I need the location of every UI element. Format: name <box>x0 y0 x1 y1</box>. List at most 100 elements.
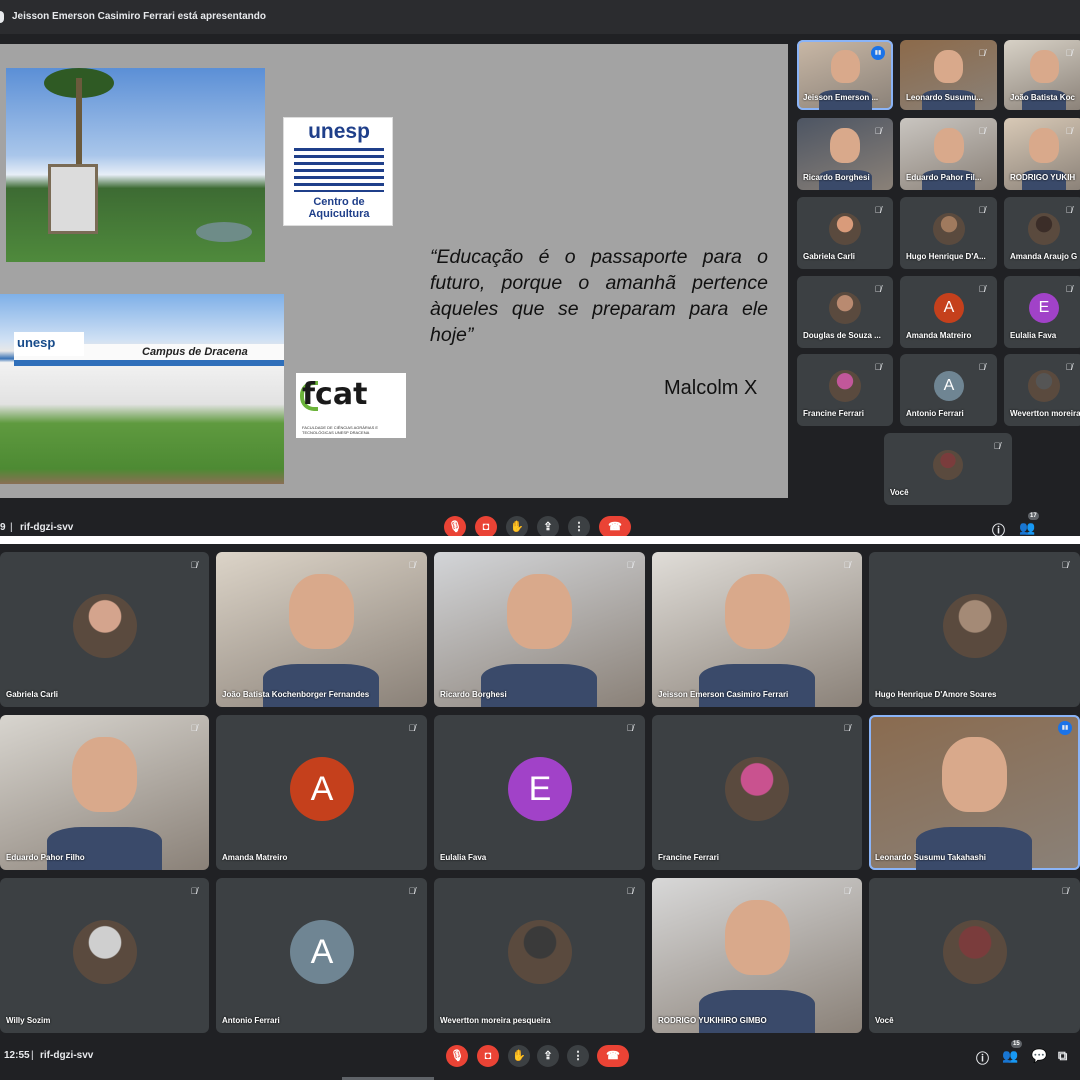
bottom-participant-tile[interactable]: 🎙̸ RODRIGO YUKIHIRO GIMBO <box>652 878 862 1033</box>
participant-initial-avatar: A <box>290 920 354 984</box>
mic-off-icon[interactable]: 🎙 <box>446 1045 468 1067</box>
participant-video-body <box>47 827 162 870</box>
bottom-participant-tile[interactable]: 🎙̸ Hugo Henrique D'Amore Soares <box>869 552 1080 707</box>
mic-muted-icon: 🎙̸ <box>626 886 634 896</box>
bottom-participant-tile[interactable]: 🎙̸ Jeisson Emerson Casimiro Ferrari <box>652 552 862 707</box>
bottom-meeting-screenshot: 🎙̸ Gabriela Carli 🎙̸ João Batista Kochenbor… <box>0 544 1080 1080</box>
participant-initial-avatar: E <box>1029 293 1059 323</box>
participant-name: Leonardo Susumu Takahashi <box>875 853 986 862</box>
bottom-participant-tile[interactable]: ▮▮ Leonardo Susumu Takahashi <box>869 715 1080 870</box>
top-participant-tile[interactable]: 🎙̸ Você <box>884 433 1012 505</box>
top-participant-tile[interactable]: 🎙̸ Leonardo Susumu... <box>900 40 997 110</box>
top-participant-tile[interactable]: 🎙̸ Wevertton moreira <box>1004 354 1080 426</box>
mic-muted-icon: 🎙̸ <box>1065 362 1073 372</box>
top-participant-tile[interactable]: 🎙̸ Ricardo Borghesi <box>797 118 893 190</box>
camera-off-icon[interactable]: ◘ <box>477 1045 499 1067</box>
activities-icon[interactable]: ⧉ <box>1058 1048 1067 1064</box>
bottom-participant-tile[interactable]: 🎙̸ Você <box>869 878 1080 1033</box>
chat-icon[interactable]: 💬 <box>1031 1048 1047 1064</box>
participant-video-face <box>725 574 790 649</box>
mic-muted-icon: 🎙̸ <box>843 886 851 896</box>
more-options-icon[interactable]: ⋮ <box>567 1045 589 1067</box>
participant-video-body <box>699 990 815 1033</box>
mic-muted-icon: 🎙̸ <box>1065 126 1073 136</box>
mic-off-icon[interactable]: 🎙 <box>444 516 466 536</box>
participant-name: Hugo Henrique D'A... <box>906 252 986 261</box>
top-participant-tile[interactable]: A 🎙̸ Antonio Ferrari <box>900 354 997 426</box>
mic-muted-icon: 🎙̸ <box>874 284 882 294</box>
participant-avatar <box>933 450 963 480</box>
top-participant-tile[interactable]: 🎙̸ Hugo Henrique D'A... <box>900 197 997 269</box>
people-icon[interactable]: 👥 <box>1019 520 1035 536</box>
top-participant-tile[interactable]: 🎙̸ Douglas de Souza ... <box>797 276 893 348</box>
top-participant-tile[interactable]: 🎙̸ João Batista Koc <box>1004 40 1080 110</box>
bottom-participant-tile[interactable]: 🎙̸ Francine Ferrari <box>652 715 862 870</box>
mic-muted-icon: 🎙̸ <box>1065 48 1073 58</box>
bottom-participant-tile[interactable]: 🎙̸ Wevertton moreira pesqueira <box>434 878 645 1033</box>
bottom-participant-tile[interactable]: 🎙̸ Willy Sozim <box>0 878 209 1033</box>
participant-name: Ricardo Borghesi <box>440 690 507 699</box>
mic-muted-icon: 🎙̸ <box>978 284 986 294</box>
bottom-participant-tile[interactable]: 🎙̸ Eduardo Pahor Filho <box>0 715 209 870</box>
participant-name: Hugo Henrique D'Amore Soares <box>875 690 997 699</box>
participant-video-face <box>289 574 354 649</box>
participant-name: Eulalia Fava <box>440 853 487 862</box>
top-participant-tile[interactable]: E 🎙̸ Eulalia Fava <box>1004 276 1080 348</box>
participant-name: Leonardo Susumu... <box>906 93 983 102</box>
present-icon[interactable]: ⇪ <box>537 516 559 536</box>
mic-muted-icon: 🎙̸ <box>626 723 634 733</box>
camera-off-icon[interactable]: ◘ <box>475 516 497 536</box>
people-icon[interactable]: 👥 <box>1002 1048 1018 1064</box>
participant-name: Wevertton moreira pesqueira <box>440 1016 551 1025</box>
bottom-participant-tile[interactable]: 🎙̸ Gabriela Carli <box>0 552 209 707</box>
mic-muted-icon: 🎙̸ <box>1065 205 1073 215</box>
mic-muted-icon: 🎙̸ <box>978 205 986 215</box>
participant-video-face <box>942 737 1007 812</box>
participant-name: Jeisson Emerson Casimiro Ferrari <box>658 690 789 699</box>
bottom-participant-tile[interactable]: E 🎙̸ Eulalia Fava <box>434 715 645 870</box>
participant-name: Willy Sozim <box>6 1016 51 1025</box>
participant-avatar <box>943 594 1007 658</box>
top-control-bar: 9 | rif-dgzi-svv 🎙 ◘ ✋ ⇪ ⋮ ☎ ⓘ 👥 17 <box>0 510 1080 536</box>
slide-quote-author: Malcolm X <box>664 377 758 399</box>
participant-name: Wevertton moreira <box>1010 409 1080 418</box>
top-participant-tile[interactable]: A 🎙̸ Amanda Matreiro <box>900 276 997 348</box>
participant-name: Gabriela Carli <box>803 252 856 261</box>
present-icon[interactable]: ⇪ <box>537 1045 559 1067</box>
screenshot-divider <box>0 536 1080 544</box>
info-icon[interactable]: ⓘ <box>976 1048 989 1067</box>
end-call-icon[interactable]: ☎ <box>597 1045 629 1067</box>
speaking-indicator-icon: ▮▮ <box>871 46 885 60</box>
end-call-icon[interactable]: ☎ <box>599 516 631 536</box>
participant-video-face <box>1029 128 1059 163</box>
top-participant-tile[interactable]: 🎙̸ Gabriela Carli <box>797 197 893 269</box>
raise-hand-icon[interactable]: ✋ <box>508 1045 530 1067</box>
more-options-icon[interactable]: ⋮ <box>568 516 590 536</box>
top-participant-tile[interactable]: 🎙̸ Eduardo Pahor Fil... <box>900 118 997 190</box>
bottom-participant-tile[interactable]: A 🎙̸ Antonio Ferrari <box>216 878 427 1033</box>
top-participant-tile[interactable]: ▮▮ Jeisson Emerson ... <box>797 40 893 110</box>
mic-muted-icon: 🎙̸ <box>408 886 416 896</box>
people-count-badge: 15 <box>1011 1040 1022 1048</box>
top-participant-tile[interactable]: 🎙̸ RODRIGO YUKIH <box>1004 118 1080 190</box>
top-meeting-screenshot: Jeisson Emerson Casimiro Ferrari está ap… <box>0 0 1080 536</box>
participant-name: João Batista Kochenborger Fernandes <box>222 690 370 699</box>
participant-name: Antonio Ferrari <box>222 1016 280 1025</box>
participant-name: João Batista Koc <box>1010 93 1075 102</box>
info-icon[interactable]: ⓘ <box>992 520 1005 536</box>
mic-muted-icon: 🎙̸ <box>1061 560 1069 570</box>
mic-muted-icon: 🎙̸ <box>874 205 882 215</box>
top-participant-tile[interactable]: 🎙̸ Francine Ferrari <box>797 354 893 426</box>
fcat-logo: fcat FACULDADE DE CIÊNCIAS AGRÁRIAS E TE… <box>296 373 406 438</box>
mic-muted-icon: 🎙̸ <box>843 723 851 733</box>
top-participant-tile[interactable]: 🎙̸ Amanda Araujo G <box>1004 197 1080 269</box>
participant-video-body <box>263 664 379 707</box>
participant-avatar <box>1028 213 1060 245</box>
raise-hand-icon[interactable]: ✋ <box>506 516 528 536</box>
bottom-participant-tile[interactable]: A 🎙̸ Amanda Matreiro <box>216 715 427 870</box>
aquaculture-center-photo <box>6 68 265 262</box>
participant-video-face <box>72 737 137 812</box>
bottom-participant-tile[interactable]: 🎙̸ João Batista Kochenborger Fernandes <box>216 552 427 707</box>
participant-name: Eulalia Fava <box>1010 331 1057 340</box>
bottom-participant-tile[interactable]: 🎙̸ Ricardo Borghesi <box>434 552 645 707</box>
